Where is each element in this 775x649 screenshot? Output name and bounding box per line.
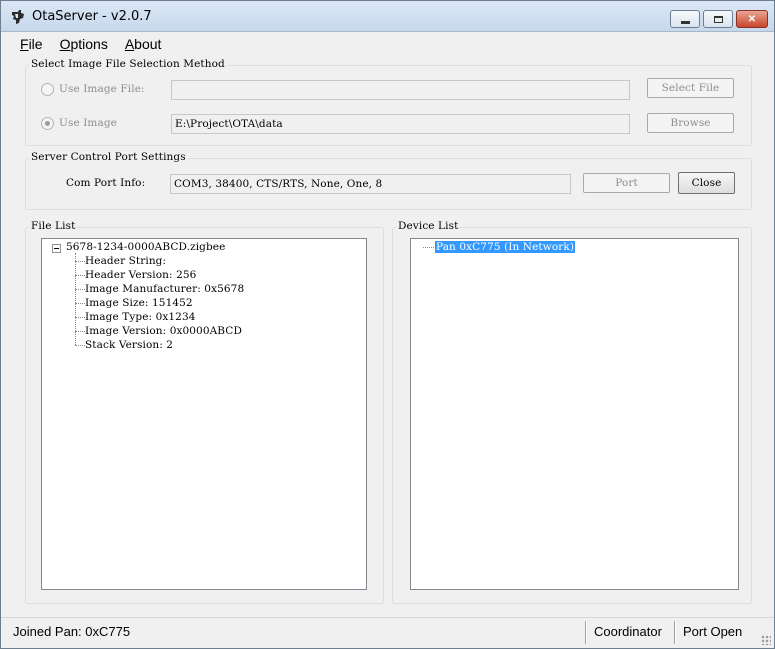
tree-connector (75, 303, 85, 304)
tree-root-file[interactable]: 5678-1234-0000ABCD.zigbee (66, 241, 225, 253)
tree-connector (75, 317, 85, 318)
app-window: OtaServer - v2.0.7 ✕ File Options About … (0, 0, 775, 649)
com-port-label: Com Port Info: (66, 177, 146, 189)
tree-node-stack-version[interactable]: Stack Version: 2 (85, 339, 173, 351)
com-port-field: COM3, 38400, CTS/RTS, None, One, 8 (170, 174, 571, 194)
tree-connector (75, 289, 85, 290)
select-file-button[interactable]: Select File (647, 78, 734, 98)
tree-connector (75, 261, 85, 262)
file-list-title: File List (29, 220, 78, 232)
tree-node-header-string[interactable]: Header String: (85, 255, 166, 267)
browse-button[interactable]: Browse (647, 113, 734, 133)
maximize-icon (713, 15, 723, 23)
maximize-button[interactable] (703, 10, 733, 28)
menu-file-label: File (20, 36, 43, 52)
device-node[interactable]: Pan 0xC775 (In Network) (435, 241, 576, 253)
title-bar[interactable]: OtaServer - v2.0.7 ✕ (1, 1, 774, 32)
status-divider (585, 621, 587, 644)
close-port-button[interactable]: Close (678, 172, 735, 194)
image-selection-title: Select Image File Selection Method (29, 58, 227, 70)
tree-connector (75, 275, 85, 276)
tree-node-header-version[interactable]: Header Version: 256 (85, 269, 196, 281)
tree-node-image-size[interactable]: Image Size: 151452 (85, 297, 193, 309)
close-window-button[interactable]: ✕ (736, 10, 768, 28)
tree-node-image-type[interactable]: Image Type: 0x1234 (85, 311, 196, 323)
status-divider (674, 621, 676, 644)
file-list-tree[interactable]: 5678-1234-0000ABCD.zigbee Header String:… (41, 238, 367, 590)
close-icon: ✕ (747, 13, 757, 25)
device-list-tree[interactable]: Pan 0xC775 (In Network) (410, 238, 739, 590)
use-image-file-label: Use Image File: (59, 83, 145, 95)
port-status: Port Open (683, 624, 743, 639)
tree-node-image-version[interactable]: Image Version: 0x0000ABCD (85, 325, 242, 337)
minimize-button[interactable] (670, 10, 700, 28)
use-image-radio[interactable] (41, 117, 54, 130)
tree-connector (423, 247, 434, 248)
role-status: Coordinator (594, 624, 662, 639)
image-file-field[interactable] (171, 80, 630, 100)
tree-node-image-manufacturer[interactable]: Image Manufacturer: 0x5678 (85, 283, 244, 295)
use-image-label: Use Image (59, 117, 117, 129)
menu-bar: File Options About (1, 32, 774, 56)
caption-buttons: ✕ (667, 10, 768, 28)
port-settings-title: Server Control Port Settings (29, 151, 188, 163)
menu-about-label: About (124, 36, 162, 52)
menu-about[interactable]: About (120, 34, 167, 54)
collapse-icon[interactable] (52, 244, 61, 253)
menu-options-label: Options (59, 36, 108, 52)
menu-file[interactable]: File (15, 34, 48, 54)
use-image-file-radio[interactable] (41, 83, 54, 96)
tree-connector (75, 331, 85, 332)
image-path-field[interactable]: E:\Project\OTA\data (171, 114, 630, 134)
minimize-icon (680, 20, 690, 24)
window-title: OtaServer - v2.0.7 (32, 9, 152, 24)
port-button[interactable]: Port (583, 173, 670, 193)
tree-connector (75, 345, 85, 346)
ti-logo-icon (12, 10, 24, 24)
device-list-title: Device List (396, 220, 461, 232)
status-bar: Joined Pan: 0xC775 Coordinator Port Open (1, 617, 774, 648)
resize-grip-icon[interactable] (761, 635, 771, 645)
joined-pan-status: Joined Pan: 0xC775 (13, 624, 131, 639)
menu-options[interactable]: Options (55, 34, 113, 54)
